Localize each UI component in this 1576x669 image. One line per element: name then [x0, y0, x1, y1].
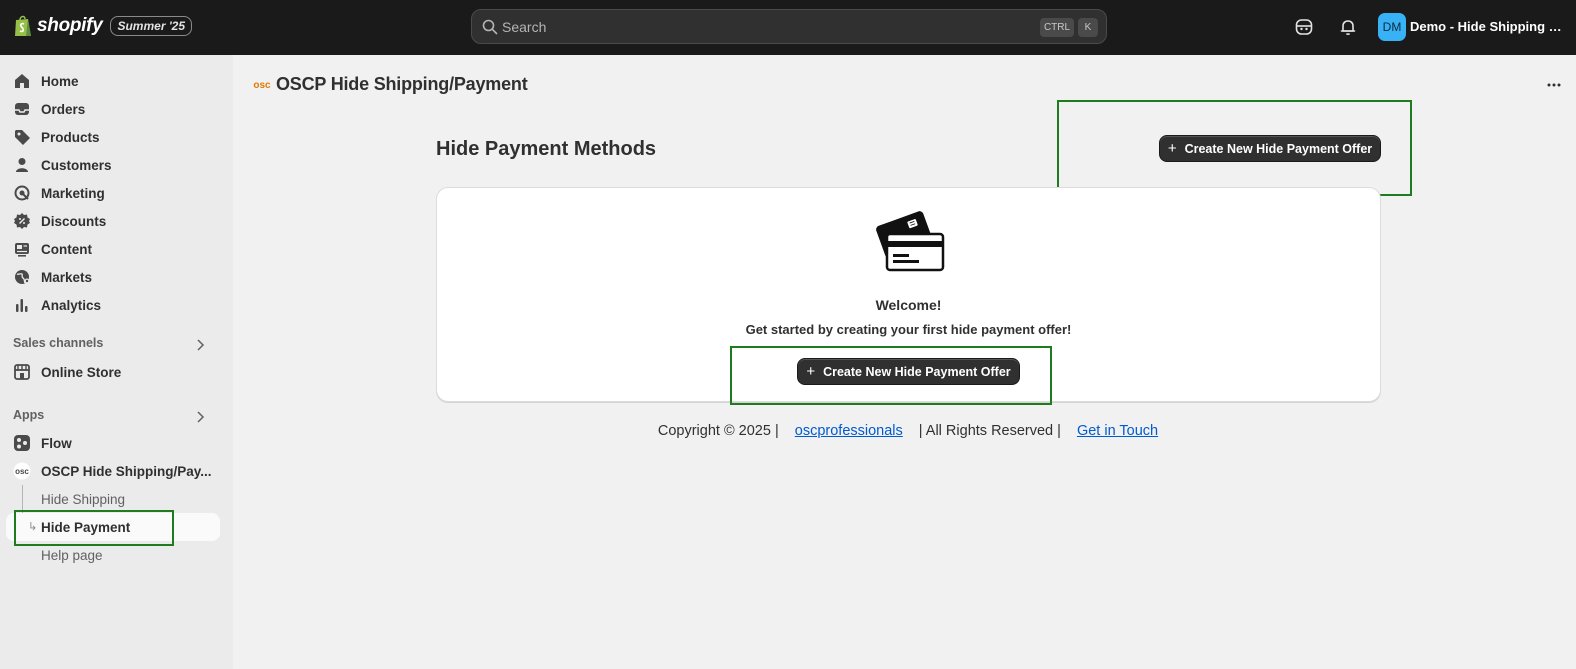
sidebar-item-markets[interactable]: Markets [13, 265, 92, 289]
sales-channels-label[interactable]: Sales channels [13, 336, 103, 350]
app-title: OSCP Hide Shipping/Payment [276, 74, 528, 94]
discount-icon [14, 213, 30, 229]
sidebar-item-products[interactable]: Products [13, 125, 100, 149]
footer-rights: | All Rights Reserved | [918, 423, 1061, 439]
footer-contact-link[interactable]: Get in Touch [1077, 423, 1158, 439]
bar-chart-icon [16, 299, 28, 312]
search-input[interactable] [502, 10, 1022, 43]
search-bar[interactable]: CTRL K [471, 9, 1107, 44]
shopify-logo[interactable]: shopify Summer '25 [13, 14, 193, 38]
sidebar-item-orders[interactable]: Orders [13, 97, 85, 121]
shortcut-ctrl-key: CTRL [1040, 18, 1074, 37]
credit-card-icon [876, 211, 945, 272]
sidebar-item-content[interactable]: Content [13, 237, 92, 261]
footer: Copyright © 2025 | oscprofessionals | Al… [0, 423, 1576, 439]
inbox-icon [15, 103, 29, 115]
svg-text:osc: osc [15, 467, 29, 476]
highlight-box-card-button [730, 346, 1052, 405]
sidebar-item-label: Orders [41, 101, 86, 117]
home-icon [15, 74, 29, 88]
shortcut-k-key: K [1078, 18, 1098, 37]
highlight-box-sidebar [14, 510, 174, 546]
sidebar-subitem-help-page[interactable]: Help page [41, 548, 103, 563]
sidebar-item-discounts[interactable]: Discounts [13, 209, 106, 233]
sidebar-item-label: Content [41, 241, 92, 257]
top-bar: shopify Summer '25 CTRL K DM Demo - Hide… [0, 0, 1576, 55]
shopify-wordmark: shopify [37, 15, 103, 36]
more-actions-icon[interactable] [1546, 78, 1562, 92]
bell-icon[interactable] [1338, 17, 1358, 37]
chevron-right-icon[interactable] [195, 338, 205, 352]
sidekick-icon[interactable] [1294, 17, 1314, 37]
sidebar-item-label: Marketing [41, 185, 105, 201]
sidebar-item-oscp-app[interactable]: osc OSCP Hide Shipping/Pay... [13, 459, 212, 483]
sidebar-subitem-hide-shipping[interactable]: Hide Shipping [41, 492, 125, 507]
tag-icon [15, 130, 30, 145]
app-header: osc OSCP Hide Shipping/Payment [252, 74, 528, 95]
sidebar-item-home[interactable]: Home [13, 69, 79, 93]
sidebar-item-online-store[interactable]: Online Store [13, 360, 121, 384]
store-icon [14, 364, 30, 380]
search-icon [482, 19, 498, 35]
page-title: Hide Payment Methods [436, 138, 657, 160]
osc-logo-icon: osc [253, 80, 271, 91]
target-icon [14, 185, 30, 201]
apps-label[interactable]: Apps [13, 408, 44, 422]
store-name[interactable]: Demo - Hide Shipping Me... [1410, 19, 1572, 34]
sidebar-item-label: Customers [41, 157, 112, 173]
globe-icon [15, 270, 30, 284]
sidebar-item-label: Home [41, 73, 79, 89]
shopify-bag-icon [15, 15, 31, 36]
footer-company-link[interactable]: oscprofessionals [795, 423, 903, 439]
content-icon [15, 243, 29, 257]
sidebar-item-label: Analytics [41, 297, 102, 313]
sidebar-item-label: Markets [41, 269, 93, 285]
sidebar-item-marketing[interactable]: Marketing [13, 181, 105, 205]
svg-text:osc: osc [253, 80, 271, 91]
welcome-heading: Welcome! [875, 297, 942, 313]
sidebar-item-label: Online Store [41, 364, 122, 380]
highlight-box-header-button [1057, 100, 1412, 196]
sidebar-item-label: OSCP Hide Shipping/Pay... [41, 463, 212, 479]
person-icon [16, 158, 28, 172]
sidebar-item-customers[interactable]: Customers [13, 153, 112, 177]
sidebar-item-analytics[interactable]: Analytics [13, 293, 101, 317]
chevron-right-icon[interactable] [195, 410, 205, 424]
edition-badge[interactable]: Summer '25 [110, 16, 193, 36]
osc-logo-icon: osc [13, 462, 31, 480]
footer-copyright: Copyright © 2025 | [657, 423, 779, 439]
sidebar: Home Orders Products Customers Marketing… [0, 55, 233, 669]
welcome-subtitle: Get started by creating your first hide … [745, 322, 1072, 337]
sidebar-item-label: Discounts [41, 213, 107, 229]
avatar[interactable]: DM [1378, 13, 1406, 41]
sidebar-item-label: Products [41, 129, 100, 145]
